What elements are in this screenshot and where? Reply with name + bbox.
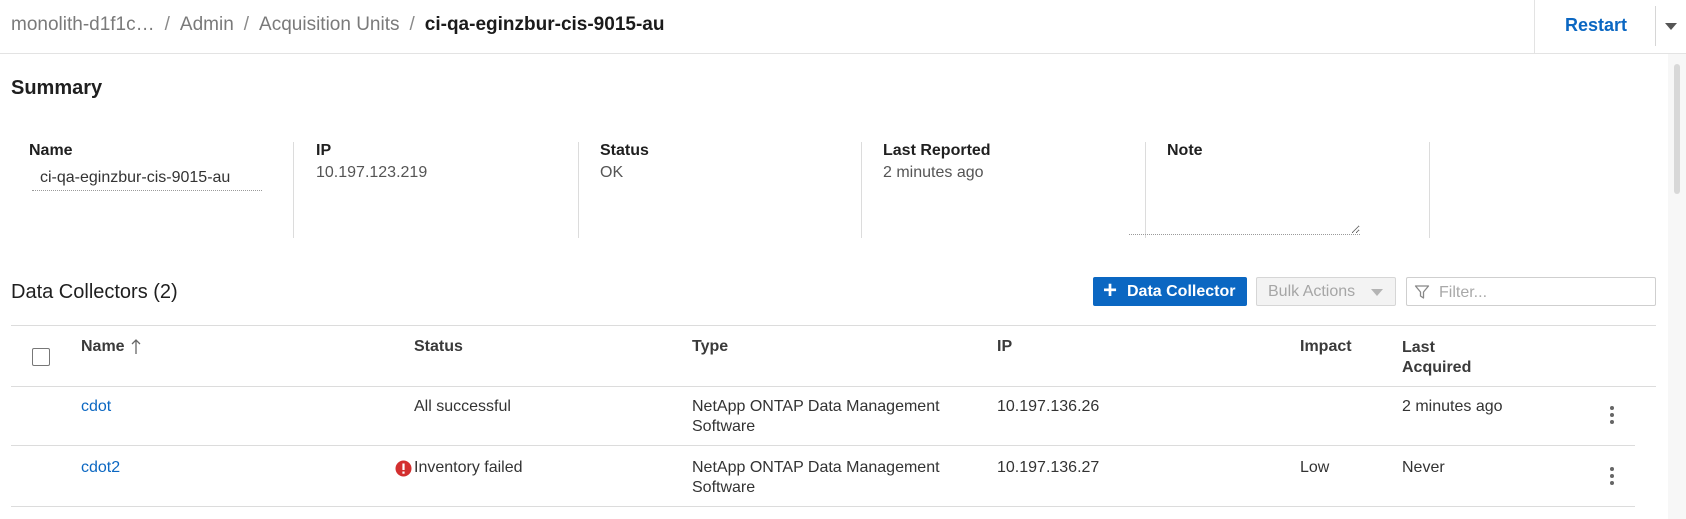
data-collectors-title: Data Collectors (2)	[11, 281, 178, 303]
collector-status: All successful	[414, 398, 511, 415]
filter-icon	[1414, 285, 1430, 299]
collector-type-line2: Software	[692, 418, 756, 435]
name-input[interactable]	[32, 165, 262, 191]
filter-box[interactable]	[1406, 277, 1656, 306]
collector-last-acquired: 2 minutes ago	[1402, 398, 1503, 415]
chevron-down-icon[interactable]	[1665, 23, 1677, 30]
scrollbar-thumb[interactable]	[1674, 64, 1680, 194]
top-bar: monolith-d1f1c… / Admin / Acquisition Units /…	[0, 0, 1686, 54]
ip-field: IP 10.197.123.219	[316, 142, 590, 238]
divider	[1429, 142, 1430, 238]
last-reported-label: Last Reported	[883, 142, 991, 159]
add-data-collector-button[interactable]: + Data Collector	[1093, 277, 1247, 306]
table-row: cdot All successful NetApp ONTAP Data Ma…	[11, 385, 1635, 446]
bulk-actions-label: Bulk Actions	[1268, 283, 1356, 300]
vertical-scrollbar[interactable]	[1668, 54, 1686, 519]
breadcrumb-current: ci-qa-eginzbur-cis-9015-au	[424, 14, 665, 35]
row-actions-kebab-icon[interactable]	[1605, 406, 1619, 428]
status-field: Status OK	[600, 142, 874, 238]
collector-last-acquired: Never	[1402, 459, 1445, 476]
divider	[1655, 6, 1656, 46]
collector-type: NetApp ONTAP Data Management Software	[692, 397, 940, 437]
status-value: OK	[600, 164, 624, 181]
collector-type-line2: Software	[692, 479, 756, 496]
restart-split-button: Restart	[1534, 0, 1686, 53]
ip-label: IP	[316, 142, 332, 159]
note-textarea[interactable]	[1129, 165, 1360, 235]
column-header-name[interactable]: Name	[81, 338, 125, 356]
table-row: cdot2 Inventory failed NetApp ONTAP Data…	[11, 446, 1635, 507]
column-header-last-acquired-line2: Acquired	[1402, 359, 1472, 376]
bulk-actions-button[interactable]: Bulk Actions	[1256, 277, 1396, 306]
divider	[861, 142, 862, 238]
filter-input[interactable]	[1437, 281, 1651, 304]
column-header-ip[interactable]: IP	[997, 338, 1012, 356]
sort-ascending-icon[interactable]	[131, 339, 141, 355]
column-header-type[interactable]: Type	[692, 338, 728, 356]
last-reported-value: 2 minutes ago	[883, 164, 984, 181]
breadcrumb-separator: /	[243, 14, 250, 35]
column-header-last-acquired[interactable]: Last Acquired	[1402, 338, 1471, 378]
chevron-down-icon	[1371, 289, 1383, 296]
table-header: Name Status Type IP Impact Last Acquired	[11, 325, 1656, 387]
summary-title: Summary	[11, 77, 103, 99]
note-label: Note	[1167, 142, 1203, 159]
plus-icon: +	[1103, 277, 1118, 304]
breadcrumb-item-admin[interactable]: Admin	[180, 14, 234, 35]
row-actions-kebab-icon[interactable]	[1605, 467, 1619, 489]
breadcrumb-item-acquisition-units[interactable]: Acquisition Units	[259, 14, 399, 35]
collector-status: Inventory failed	[414, 459, 523, 476]
divider	[578, 142, 579, 238]
collector-impact: Low	[1300, 459, 1330, 476]
column-header-status[interactable]: Status	[414, 338, 463, 356]
breadcrumb: monolith-d1f1c… / Admin / Acquisition Units /…	[11, 14, 664, 36]
last-reported-field: Last Reported 2 minutes ago	[883, 142, 1157, 238]
divider	[293, 142, 294, 238]
column-header-last-acquired-line1: Last	[1402, 339, 1435, 356]
status-label: Status	[600, 142, 649, 159]
collector-name-link[interactable]: cdot	[81, 397, 111, 417]
column-header-impact[interactable]: Impact	[1300, 338, 1352, 356]
collector-type: NetApp ONTAP Data Management Software	[692, 458, 940, 498]
add-data-collector-label: Data Collector	[1127, 283, 1236, 300]
breadcrumb-separator: /	[164, 14, 170, 35]
select-all-checkbox[interactable]	[32, 348, 50, 366]
collector-name-link[interactable]: cdot2	[81, 458, 120, 478]
error-icon	[395, 460, 412, 477]
collector-type-line1: NetApp ONTAP Data Management	[692, 398, 940, 415]
breadcrumb-separator: /	[409, 14, 415, 35]
ip-value: 10.197.123.219	[316, 164, 428, 181]
restart-button[interactable]: Restart	[1565, 15, 1627, 36]
name-label: Name	[29, 142, 73, 159]
collector-type-line1: NetApp ONTAP Data Management	[692, 459, 940, 476]
collector-ip: 10.197.136.26	[997, 398, 1100, 415]
collector-ip: 10.197.136.27	[997, 459, 1100, 476]
breadcrumb-item-project[interactable]: monolith-d1f1c…	[11, 14, 155, 35]
